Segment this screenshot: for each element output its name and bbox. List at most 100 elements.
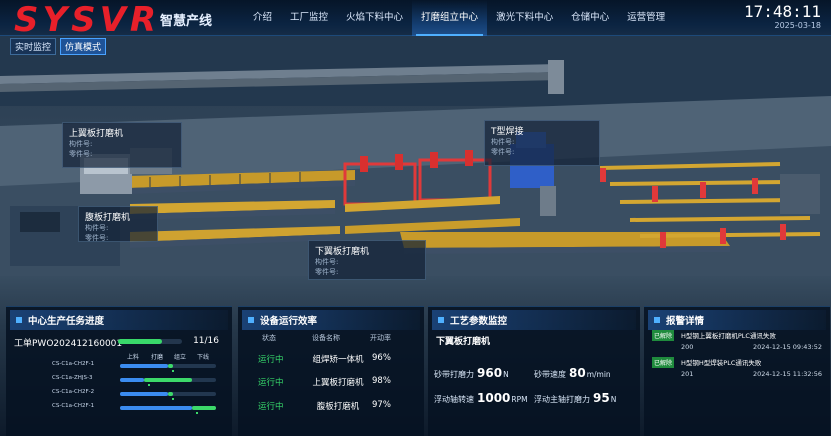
part-id: CS-C1a-CH2F-1 bbox=[52, 361, 95, 367]
work-order-count: 11/16 bbox=[193, 336, 219, 346]
equipment-efficiency-panel: 设备运行效率 bbox=[238, 306, 424, 436]
alarm-time: 2024-12-15 09:43:52 bbox=[752, 343, 822, 351]
table-row[interactable]: 运行中 上翼板打磨机 98% bbox=[248, 376, 418, 390]
alarm-code: 200 bbox=[681, 343, 694, 351]
row-state: 运行中 bbox=[258, 355, 284, 365]
clock: 17:48:11 2025-03-18 bbox=[744, 3, 821, 31]
callout-bottom-flange-grinder[interactable]: 下翼板打磨机 构件号: 零件号: bbox=[308, 240, 426, 280]
panel-title: 工艺参数监控 bbox=[450, 316, 508, 327]
param-value: 960 bbox=[477, 366, 503, 380]
nav-intro[interactable]: 介绍 bbox=[244, 0, 281, 36]
param-floating-axis-speed: 浮动轴转速 1000RPM bbox=[434, 391, 528, 405]
square-bullet-icon bbox=[248, 317, 254, 323]
part-progress-current-segment bbox=[144, 378, 192, 382]
part-id: CS-C1a-CH2F-1 bbox=[52, 403, 95, 409]
part-progress-done-segment bbox=[120, 392, 168, 396]
callout-component-label: 构件号: bbox=[85, 224, 109, 232]
table-row[interactable]: 运行中 腹板打磨机 97% bbox=[248, 400, 418, 414]
row-equipment-name: 组焊矫一体机 bbox=[312, 355, 364, 365]
param-label: 砂带速度 bbox=[534, 370, 566, 379]
alarm-status-badge: 已解除 bbox=[652, 330, 675, 341]
param-value: 80 bbox=[569, 366, 586, 380]
top-header: SYSVR 智慧产线 介绍 工厂监控 火焰下料中心 打磨组立中心 激光下料中心 … bbox=[0, 0, 831, 40]
param-label: 砂带打磨力 bbox=[434, 370, 474, 379]
row-utilization: 96% bbox=[372, 353, 391, 363]
stage-assembly: 组立 bbox=[174, 354, 187, 361]
header-utilization: 开动率 bbox=[370, 334, 391, 342]
nav-operations[interactable]: 运营管理 bbox=[618, 0, 674, 36]
part-id: CS-C1a-CH2F-2 bbox=[52, 389, 95, 395]
param-value: 1000 bbox=[477, 391, 511, 405]
callout-title: 下翼板打磨机 bbox=[315, 247, 370, 257]
part-progress-done-segment bbox=[120, 364, 168, 368]
param-spindle-force: 浮动主轴打磨力 95N bbox=[534, 391, 616, 405]
callout-component-label: 构件号: bbox=[315, 258, 339, 266]
param-unit: RPM bbox=[511, 395, 528, 404]
mode-simulation-button[interactable]: 仿真模式 bbox=[60, 38, 107, 55]
brand-logo: SYSVR bbox=[14, 0, 161, 40]
panel-header: 工艺参数监控 bbox=[432, 310, 636, 330]
square-bullet-icon bbox=[438, 317, 444, 323]
part-progress-done-segment bbox=[120, 378, 144, 382]
process-machine-name: 下翼板打磨机 bbox=[436, 337, 491, 347]
factory-scene[interactable]: 上翼板打磨机 构件号: 零件号: T型焊接 构件号: 零件号: 腹板打磨机 构件… bbox=[0, 36, 831, 306]
work-order-row[interactable]: 工单PWO202412160001 11/16 bbox=[14, 336, 219, 349]
param-belt-force: 砂带打磨力 960N bbox=[434, 366, 509, 380]
callout-top-flange-grinder[interactable]: 上翼板打磨机 构件号: 零件号: bbox=[62, 122, 182, 168]
stage-loading: 上料 bbox=[127, 354, 140, 361]
part-progress-track bbox=[120, 392, 216, 400]
header-state: 状态 bbox=[262, 334, 276, 342]
callout-title: 上翼板打磨机 bbox=[69, 129, 124, 139]
alarm-status-badge: 已解除 bbox=[652, 357, 675, 368]
square-bullet-icon bbox=[654, 317, 660, 323]
part-progress-marker bbox=[172, 398, 174, 400]
panel-header: 设备运行效率 bbox=[242, 310, 420, 330]
work-order-progress-bar bbox=[118, 339, 182, 344]
mode-realtime-button[interactable]: 实时监控 bbox=[10, 38, 57, 55]
part-progress-track bbox=[120, 378, 216, 386]
part-progress-track bbox=[120, 364, 216, 372]
row-state: 运行中 bbox=[258, 402, 284, 412]
panel-header: 报警详情 bbox=[648, 310, 826, 330]
nav-flame-cutting[interactable]: 火焰下料中心 bbox=[337, 0, 412, 36]
part-progress-row[interactable]: CS-C1a-ZHJS-3 bbox=[52, 375, 222, 386]
row-utilization: 97% bbox=[372, 400, 391, 410]
row-utilization: 98% bbox=[372, 376, 391, 386]
param-unit: m/min bbox=[586, 370, 611, 379]
param-belt-speed: 砂带速度 80m/min bbox=[534, 366, 611, 380]
row-state: 运行中 bbox=[258, 378, 284, 388]
callout-component-label: 构件号: bbox=[69, 140, 93, 148]
param-value: 95 bbox=[593, 391, 610, 405]
table-row[interactable]: 运行中 组焊矫一体机 96% bbox=[248, 353, 418, 367]
task-progress-panel: 中心生产任务进度 bbox=[6, 306, 232, 436]
header-equipment-name: 设备名称 bbox=[312, 334, 340, 342]
callout-part-label: 零件号: bbox=[85, 234, 109, 242]
square-bullet-icon bbox=[16, 317, 22, 323]
work-order-progress-fill bbox=[118, 339, 162, 344]
nav-laser-cutting[interactable]: 激光下料中心 bbox=[487, 0, 562, 36]
clock-time: 17:48:11 bbox=[743, 2, 821, 21]
callout-part-label: 零件号: bbox=[69, 150, 93, 158]
part-progress-row[interactable]: CS-C1a-CH2F-1 bbox=[52, 361, 222, 372]
part-progress-marker bbox=[148, 384, 150, 386]
callout-t-welding[interactable]: T型焊接 构件号: 零件号: bbox=[484, 120, 600, 166]
alarm-item[interactable]: 已解除 H型钢H型焊装PLC通讯失败 201 2024-12-15 11:32:… bbox=[652, 357, 822, 383]
nav-grinding-assembly[interactable]: 打磨组立中心 bbox=[412, 0, 488, 36]
row-equipment-name: 上翼板打磨机 bbox=[312, 378, 364, 388]
part-progress-current-segment bbox=[192, 406, 216, 410]
panel-title: 设备运行效率 bbox=[260, 316, 318, 327]
part-progress-row[interactable]: CS-C1a-CH2F-2 bbox=[52, 389, 222, 400]
part-progress-row[interactable]: CS-C1a-CH2F-1 bbox=[52, 403, 222, 414]
clock-date: 2025-03-18 bbox=[774, 21, 822, 30]
alarm-item[interactable]: 已解除 H型钢上翼板打磨机PLC通讯失败 200 2024-12-15 09:4… bbox=[652, 330, 822, 356]
part-progress-track bbox=[120, 406, 216, 414]
nav-factory-monitor[interactable]: 工厂监控 bbox=[281, 0, 337, 36]
main-nav: 介绍 工厂监控 火焰下料中心 打磨组立中心 激光下料中心 仓储中心 运营管理 bbox=[244, 0, 674, 36]
part-id: CS-C1a-ZHJS-3 bbox=[52, 375, 93, 381]
nav-warehouse[interactable]: 仓储中心 bbox=[562, 0, 618, 36]
callout-title: 腹板打磨机 bbox=[85, 213, 131, 223]
panel-title: 报警详情 bbox=[666, 316, 705, 327]
alarm-message: H型钢H型焊装PLC通讯失败 bbox=[681, 359, 762, 367]
callout-web-grinder[interactable]: 腹板打磨机 构件号: 零件号: bbox=[78, 206, 158, 242]
param-unit: N bbox=[610, 395, 617, 404]
